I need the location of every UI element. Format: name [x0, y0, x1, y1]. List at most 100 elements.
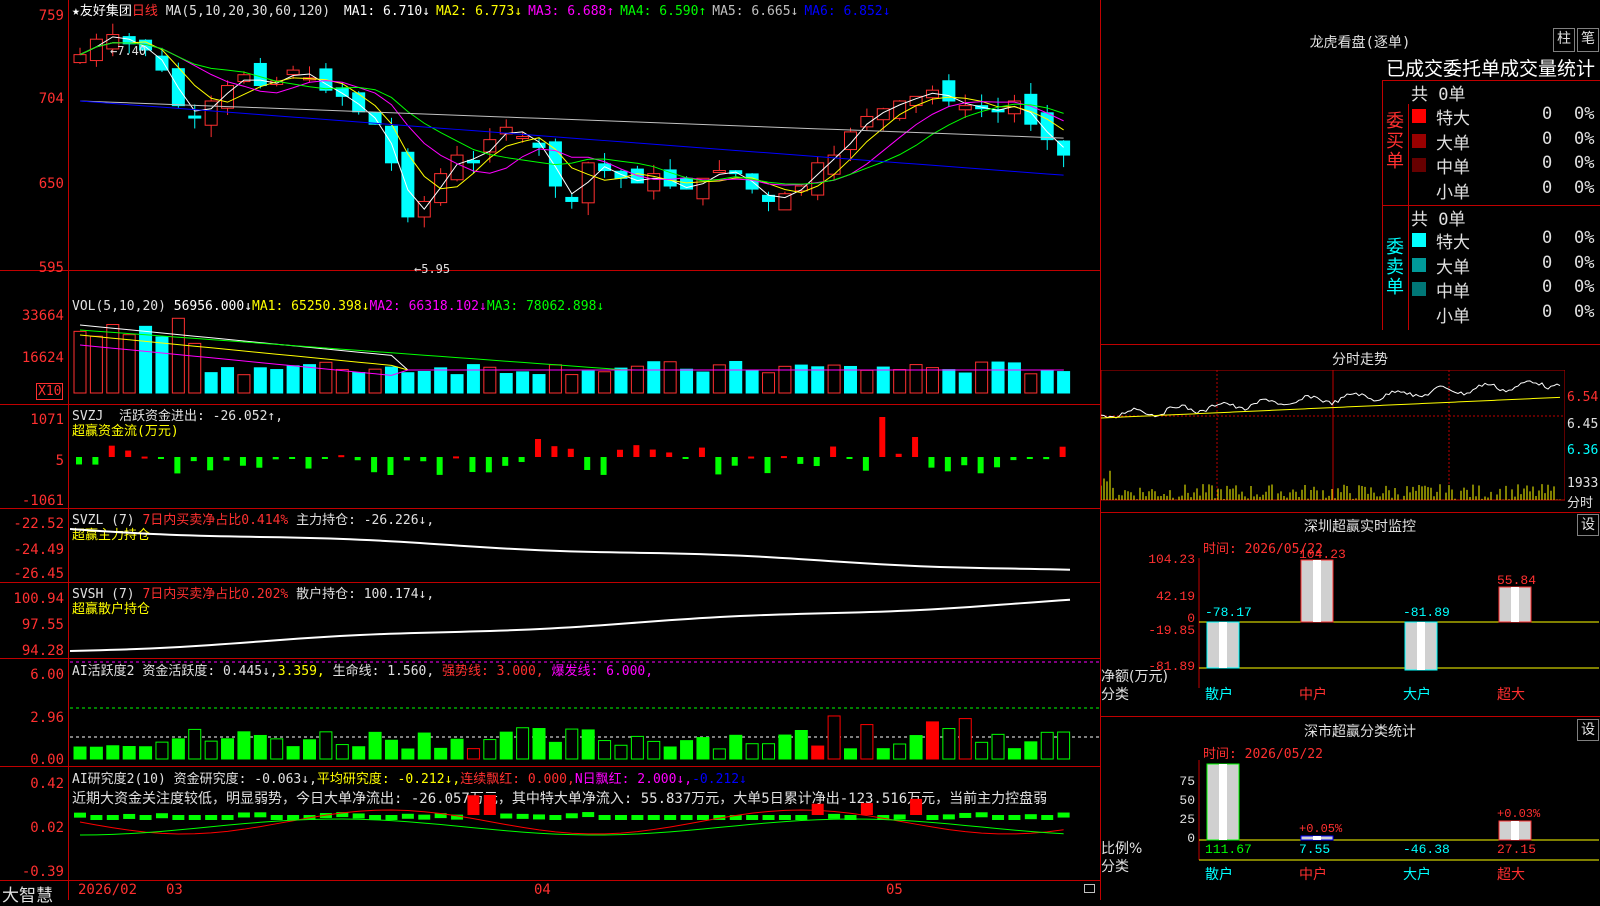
svzj-bar	[748, 456, 755, 459]
class-axis-label: 0	[1187, 831, 1195, 846]
svzj-bar	[371, 457, 378, 473]
volume-chart[interactable]	[70, 305, 1100, 405]
sz-monitor-chart[interactable]: 104.2342.190-19.85-81.89净额(万元)分类-78.17散户…	[1101, 538, 1599, 714]
intraday-price-line	[1101, 380, 1561, 419]
buy-row-percent-4: 0%	[1574, 177, 1595, 198]
volume-bar	[253, 367, 267, 394]
ai-active-chart[interactable]	[70, 659, 1100, 767]
svzj-bar	[797, 457, 804, 464]
research-bar	[664, 815, 677, 820]
volume-bar	[581, 370, 595, 394]
ai-research-axis-1: 0.42	[30, 776, 64, 792]
active-bar	[991, 733, 1005, 760]
monitor-value-2: 104.23	[1299, 547, 1346, 562]
research-bar	[959, 812, 972, 818]
volume-bar	[876, 366, 890, 394]
svzj-chart[interactable]	[70, 405, 1100, 509]
svzj-bar	[1026, 457, 1033, 460]
class-bar-hl	[1313, 836, 1321, 840]
class-value-1: 111.67	[1205, 842, 1252, 857]
monitor-category-2: 中户	[1299, 686, 1327, 703]
monitor-x-label: 分类	[1101, 687, 1129, 703]
ai-research-chart[interactable]	[70, 767, 1100, 881]
monitor-value-1: -78.17	[1205, 605, 1252, 620]
research-bar	[352, 813, 365, 819]
svzj-bar	[1043, 457, 1050, 460]
sz-monitor-title: 深圳超赢实时监控	[1304, 519, 1416, 535]
active-bar	[335, 744, 349, 760]
svzj-bar	[338, 455, 345, 458]
research-bar	[401, 813, 414, 819]
svzj-bar	[633, 445, 640, 457]
dragon-title: 龙虎看盘(逐单)	[1309, 35, 1411, 51]
sz-class-settings-button[interactable]: 设	[1577, 719, 1599, 741]
active-bar	[942, 728, 956, 760]
svzj-bar	[207, 457, 214, 471]
active-bar	[1040, 731, 1054, 760]
research-bar	[647, 815, 660, 820]
svzl-chart[interactable]	[70, 509, 1100, 583]
buy-row-volume-1: 0	[1542, 104, 1553, 124]
active-bar	[1057, 731, 1071, 760]
active-bar	[106, 745, 120, 760]
volume-bar	[647, 361, 661, 394]
intraday-chart[interactable]	[1101, 370, 1565, 510]
low-annotation: ←5.95	[414, 262, 451, 276]
active-bar	[729, 734, 743, 760]
sz-class-chart[interactable]: 75 50 25 0 比例% 分类 111.67 散户 +0.05% 7.55 中户 -46.38 大户…	[1101, 740, 1599, 900]
research-bar	[287, 815, 300, 820]
volume-bar	[106, 324, 120, 394]
research-bar	[483, 794, 496, 815]
sell-row-swatch-2	[1412, 257, 1426, 272]
research-bar	[106, 815, 119, 820]
bar-mode-button[interactable]: 柱	[1553, 28, 1575, 52]
candle-body	[532, 142, 546, 148]
volume-bar	[663, 361, 677, 394]
active-bar	[581, 729, 595, 760]
active-bar	[122, 746, 136, 760]
svzj-bar	[813, 457, 820, 467]
volume-bar	[237, 374, 251, 394]
active-bar	[499, 731, 513, 760]
svzj-bar	[321, 457, 328, 459]
active-bar	[565, 728, 579, 760]
svzj-bar	[895, 453, 902, 457]
svzj-bar	[666, 452, 673, 457]
class-category-1: 散户	[1205, 866, 1233, 883]
volume-bar	[598, 371, 612, 394]
candle-body	[483, 139, 497, 153]
svzj-bar	[157, 457, 164, 459]
class-axis-label: 50	[1179, 793, 1195, 808]
research-bar	[237, 812, 250, 818]
svzj-bar	[616, 449, 623, 457]
svzj-bar	[485, 457, 492, 473]
research-bar	[910, 798, 923, 815]
svsh-axis-3: 94.28	[21, 643, 64, 659]
svzj-bar	[649, 449, 656, 457]
research-bar	[188, 815, 201, 820]
tick-mode-button[interactable]: 笔	[1577, 28, 1599, 52]
volume-bar	[188, 342, 202, 394]
active-bar	[237, 731, 251, 760]
volume-bar	[319, 361, 333, 394]
vol-axis-1: 33664	[21, 308, 64, 324]
volume-bar	[89, 335, 103, 394]
sz-monitor-settings-button[interactable]: 设	[1577, 514, 1599, 536]
svzj-bar	[223, 457, 230, 461]
candle-body	[450, 154, 464, 181]
active-bar	[352, 746, 366, 760]
svzl-axis-1: -22.52	[13, 516, 64, 532]
intraday-vol-axis: 1933	[1567, 476, 1599, 491]
volume-bar	[303, 364, 317, 394]
volume-bar	[893, 369, 907, 394]
brand-logo[interactable]: 大智慧	[2, 881, 53, 906]
candlestick-chart[interactable]	[70, 16, 1100, 271]
volume-bar	[499, 373, 513, 394]
svzj-bar	[92, 457, 99, 465]
active-bar	[811, 745, 825, 760]
research-bar	[1024, 814, 1037, 820]
buy-row-swatch-1	[1412, 109, 1426, 123]
lock-icon[interactable]	[1084, 884, 1095, 893]
ai-active-axis-1: 6.00	[30, 667, 64, 683]
svsh-chart[interactable]	[70, 583, 1100, 659]
